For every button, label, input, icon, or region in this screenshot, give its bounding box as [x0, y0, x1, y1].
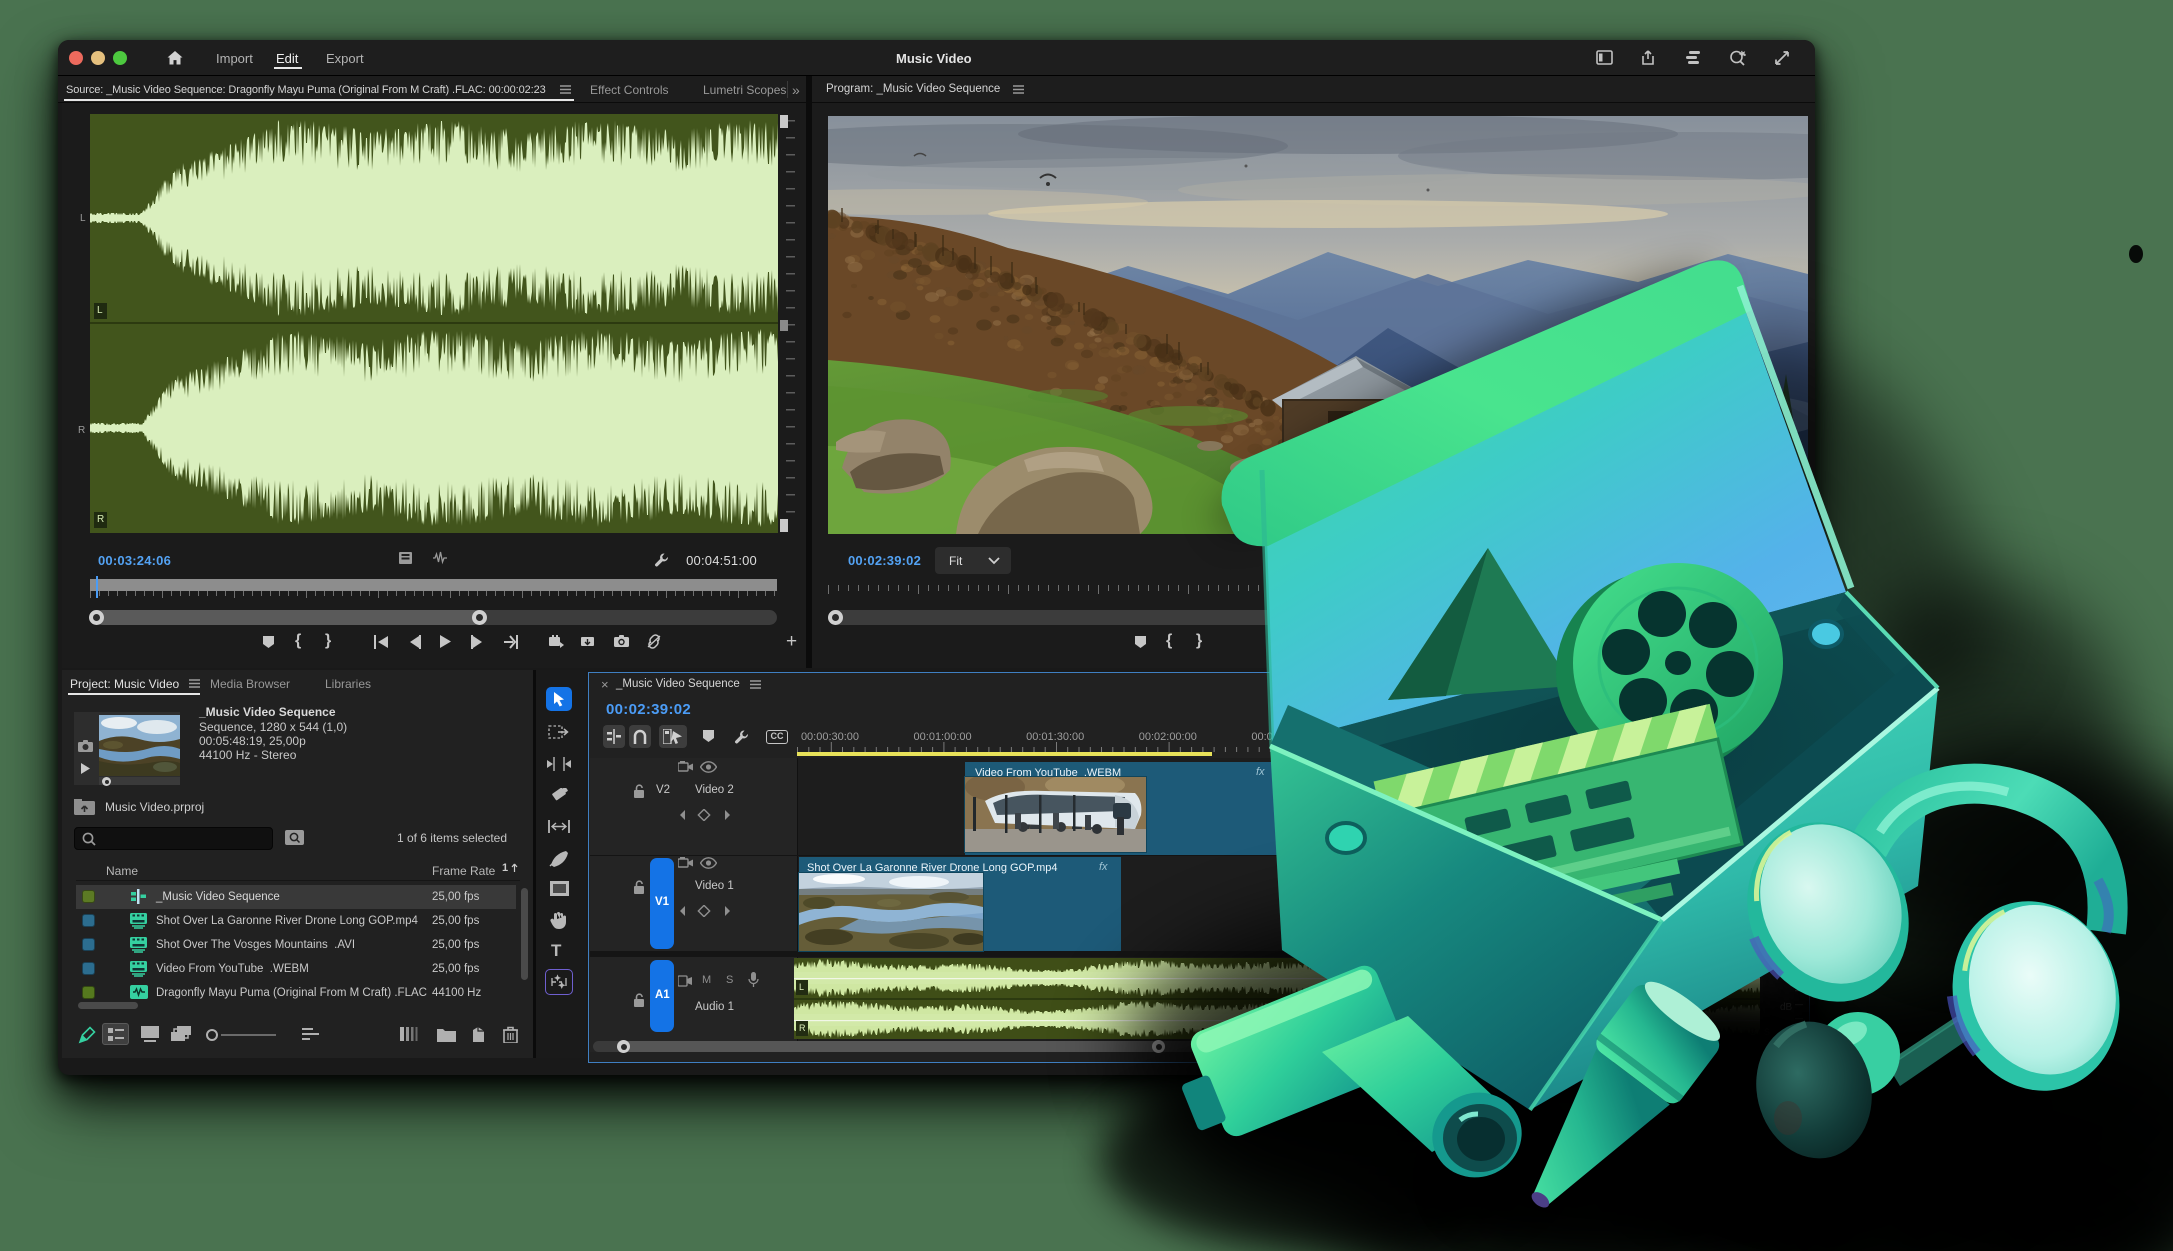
- svg-text:00:02:00:00: 00:02:00:00: [1139, 731, 1197, 743]
- svg-text:00:00:30:00: 00:00:30:00: [801, 731, 859, 743]
- svg-text:00:01:30:00: 00:01:30:00: [1026, 731, 1084, 743]
- svg-text:00:01:00:00: 00:01:00:00: [914, 731, 972, 743]
- svg-text:00:02:30:00: 00:02:30:00: [1251, 731, 1309, 743]
